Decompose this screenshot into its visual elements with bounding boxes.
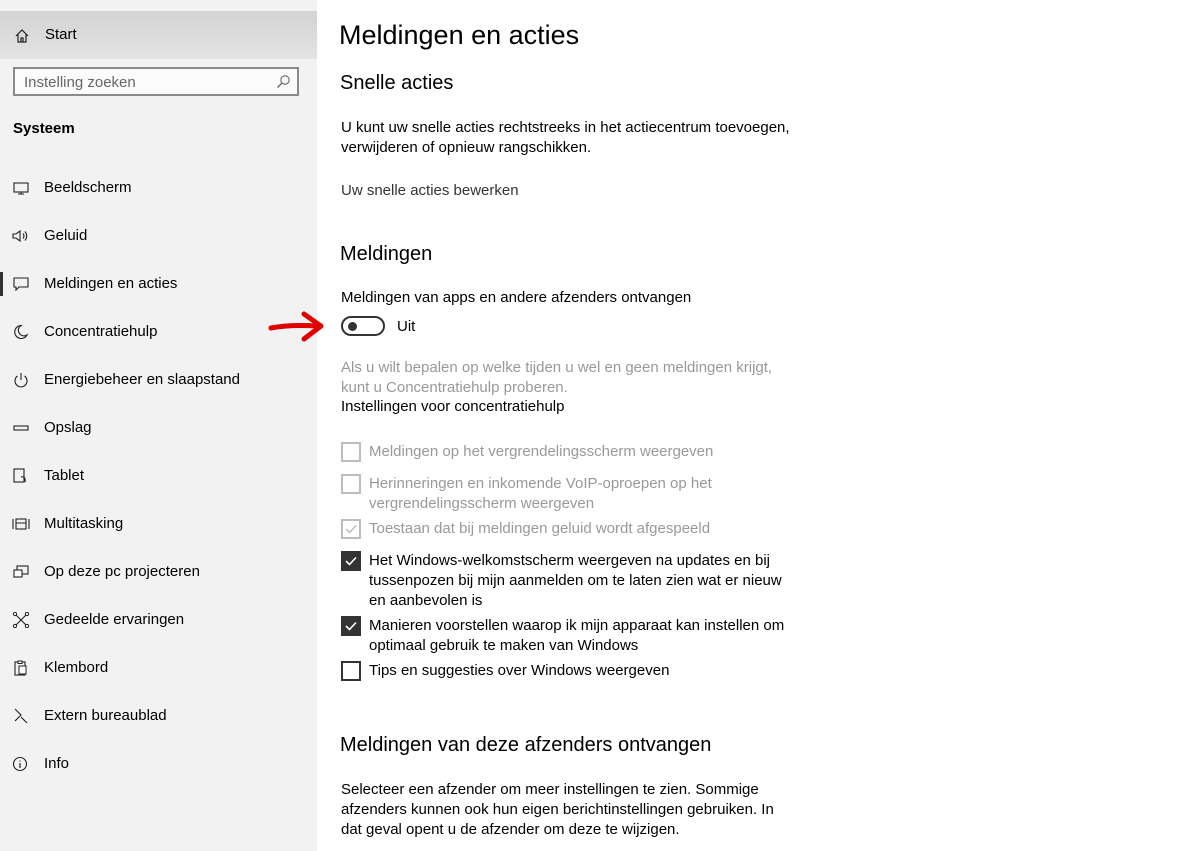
notifications-toggle-state: Uit	[397, 318, 416, 335]
page-title: Meldingen en acties	[339, 20, 580, 50]
checkmark-icon	[345, 556, 357, 566]
checkbox[interactable]	[341, 474, 361, 494]
checkbox-label: Herinneringen en inkomende VoIP-oproepen…	[369, 475, 712, 512]
monitor-icon	[12, 180, 30, 196]
senders-heading: Meldingen van deze afzenders ontvangen	[340, 734, 712, 756]
red-arrow-icon	[268, 311, 324, 342]
sidebar-section-title: Systeem	[13, 120, 75, 137]
sidebar-item-label: Concentratiehulp	[44, 323, 158, 340]
sidebar-item-label: Klembord	[44, 659, 109, 676]
focus-assist-settings-link[interactable]: Instellingen voor concentratiehulp	[341, 398, 564, 415]
message-icon	[12, 276, 30, 292]
multitasking-icon	[12, 516, 30, 532]
checkbox[interactable]	[341, 442, 361, 462]
checkbox-label: Toestaan dat bij meldingen geluid wordt …	[369, 520, 711, 537]
tablet-icon	[12, 468, 30, 484]
sidebar: Start Systeem Beeldscherm Geluid Melding…	[0, 0, 317, 851]
info-icon	[12, 756, 30, 772]
sidebar-item-label: Meldingen en acties	[44, 275, 178, 292]
sidebar-item-label: Extern bureaublad	[44, 707, 167, 724]
checkbox-label: Meldingen op het vergrendelingsscherm we…	[369, 443, 714, 460]
sidebar-item-label: Tablet	[44, 467, 85, 484]
sidebar-item-energiebeheer[interactable]: Energiebeheer en slaapstand	[0, 360, 317, 400]
quick-actions-heading: Snelle acties	[340, 72, 454, 94]
sidebar-item-label: Geluid	[44, 227, 88, 244]
sidebar-item-label: Info	[44, 755, 70, 772]
sidebar-item-projecteren[interactable]: Op deze pc projecteren	[0, 552, 317, 592]
search-input[interactable]	[24, 73, 264, 91]
active-indicator	[0, 272, 3, 296]
search-icon[interactable]	[276, 74, 291, 89]
start-button[interactable]: Start	[0, 11, 317, 59]
shared-icon	[12, 611, 30, 629]
main-content: Meldingen en acties Snelle acties U kunt…	[317, 0, 1192, 851]
sidebar-item-klembord[interactable]: Klembord	[0, 648, 317, 688]
checkbox[interactable]	[341, 519, 361, 539]
home-icon	[14, 28, 30, 44]
sidebar-item-label: Op deze pc projecteren	[44, 563, 200, 580]
notifications-toggle-caption: Meldingen van apps en andere afzenders o…	[341, 289, 692, 306]
search-box[interactable]	[13, 67, 299, 96]
sidebar-item-label: Multitasking	[44, 515, 124, 532]
sidebar-item-label: Energiebeheer en slaapstand	[44, 371, 240, 388]
sidebar-item-opslag[interactable]: Opslag	[0, 408, 317, 448]
sidebar-item-gedeelde-ervaringen[interactable]: Gedeelde ervaringen	[0, 600, 317, 640]
notifications-heading: Meldingen	[340, 243, 433, 265]
checkmark-icon	[345, 524, 357, 534]
sidebar-item-label: Beeldscherm	[44, 179, 132, 196]
sidebar-item-multitasking[interactable]: Multitasking	[0, 504, 317, 544]
checkbox-label: Manieren voorstellen waarop ik mijn appa…	[369, 617, 785, 654]
sidebar-item-beeldscherm[interactable]: Beeldscherm	[0, 168, 317, 208]
checkbox[interactable]	[341, 661, 361, 681]
checkbox[interactable]	[341, 551, 361, 571]
sidebar-item-info[interactable]: Info	[0, 744, 317, 784]
moon-icon	[12, 324, 30, 340]
project-icon	[12, 564, 30, 580]
checkbox[interactable]	[341, 616, 361, 636]
checkbox-label: Het Windows-welkomstscherm weergeven na …	[369, 552, 782, 609]
edit-quick-actions-link[interactable]: Uw snelle acties bewerken	[341, 182, 519, 199]
toggle-knob	[348, 322, 357, 331]
sidebar-item-meldingen-en-acties[interactable]: Meldingen en acties	[0, 264, 317, 304]
speaker-icon	[12, 228, 30, 244]
checkmark-icon	[345, 621, 357, 631]
sidebar-item-extern-bureaublad[interactable]: Extern bureaublad	[0, 696, 317, 736]
start-label: Start	[45, 26, 77, 43]
sidebar-item-label: Opslag	[44, 419, 92, 436]
focus-assist-hint: Als u wilt bepalen op welke tijden u wel…	[341, 359, 773, 396]
quick-actions-description: U kunt uw snelle acties rechtstreeks in …	[341, 119, 790, 156]
checkbox-label: Tips en suggesties over Windows weergeve…	[369, 662, 670, 679]
sidebar-item-tablet[interactable]: Tablet	[0, 456, 317, 496]
storage-icon	[12, 420, 30, 436]
power-icon	[12, 372, 30, 388]
sidebar-item-label: Gedeelde ervaringen	[44, 611, 185, 628]
notifications-toggle[interactable]	[341, 316, 385, 336]
sidebar-item-geluid[interactable]: Geluid	[0, 216, 317, 256]
remote-desktop-icon	[12, 708, 30, 724]
clipboard-icon	[12, 660, 30, 676]
senders-description: Selecteer een afzender om meer instellin…	[341, 781, 774, 838]
